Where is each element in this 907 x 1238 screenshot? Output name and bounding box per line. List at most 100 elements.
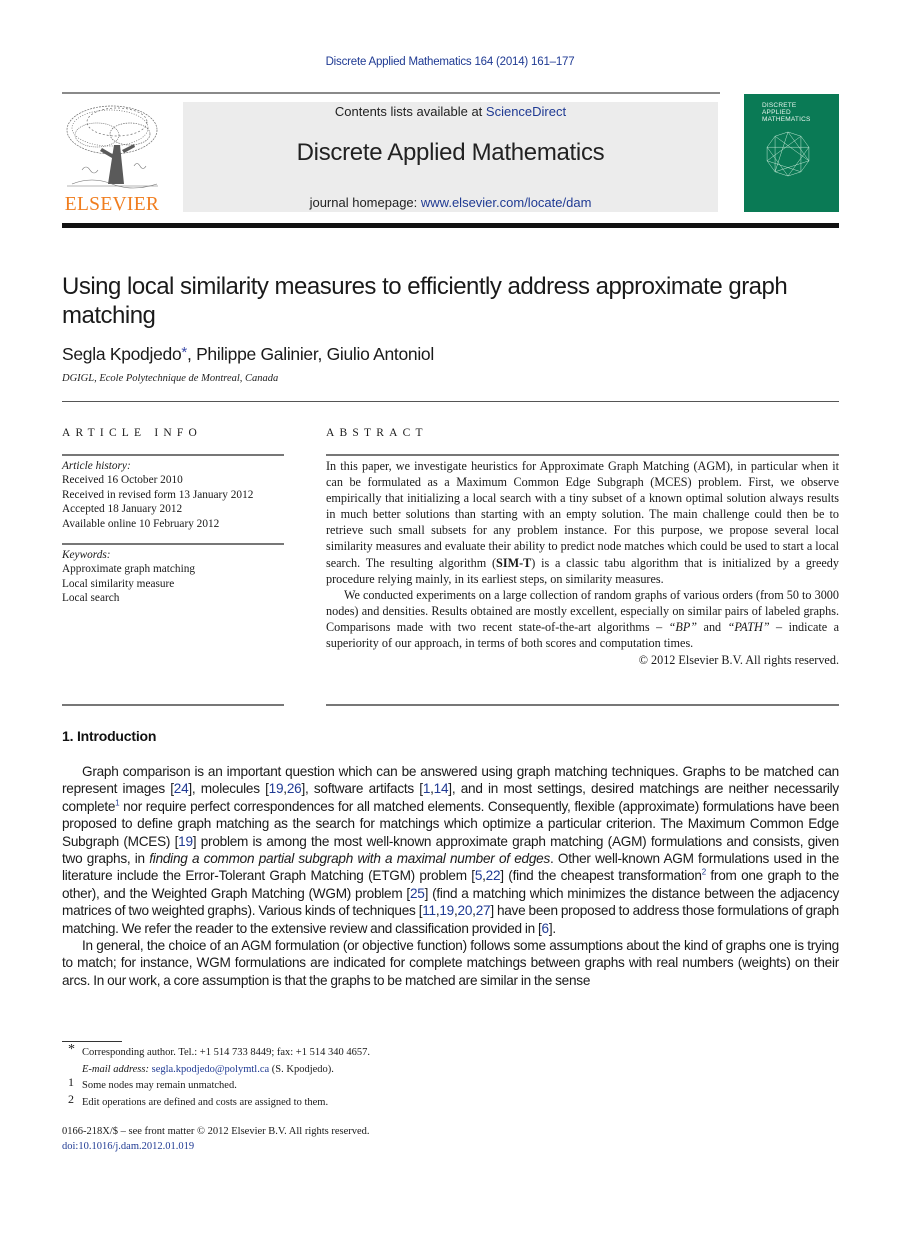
divider — [62, 543, 284, 545]
emphasis: finding a common partial subgraph with a… — [149, 851, 550, 867]
front-matter-text: 0166-218X/$ – see front matter © 2012 El… — [62, 1126, 370, 1137]
abstract-copyright: © 2012 Elsevier B.V. All rights reserved… — [638, 653, 839, 668]
email-line: E-mail address: segla.kpodjedo@polymtl.c… — [82, 1062, 762, 1079]
footnote-text: Edit operations are defined and costs ar… — [82, 1096, 329, 1108]
text: ]. — [548, 920, 556, 936]
footnote-mark: * — [68, 1042, 75, 1057]
citation-link[interactable]: 19 — [269, 781, 284, 796]
homepage-prefix: journal homepage: — [309, 195, 421, 210]
email-label: E-mail address: — [82, 1063, 152, 1075]
cover-graph-icon — [766, 131, 810, 177]
citation-link[interactable]: 19 — [439, 903, 454, 918]
footnotes: * Corresponding author. Tel.: +1 514 733… — [62, 1042, 762, 1112]
homepage-line: journal homepage: www.elsevier.com/locat… — [183, 195, 718, 210]
text: (S. Kpodjedo). — [269, 1063, 334, 1075]
citation-link[interactable]: 24 — [174, 781, 189, 796]
algorithm-name: “BP” — [668, 619, 698, 634]
text: ], software artifacts [ — [301, 781, 423, 797]
author-name[interactable]: Philippe Galinier — [196, 344, 318, 364]
footnote-text: Some nodes may remain unmatched. — [82, 1080, 237, 1091]
divider — [62, 454, 284, 456]
algorithm-name: SIM-T — [496, 555, 532, 570]
doi-link[interactable]: doi:10.1016/j.dam.2012.01.019 — [62, 1141, 194, 1152]
footnote-corresponding-author: * Corresponding author. Tel.: +1 514 733… — [62, 1042, 762, 1079]
history-entry: Accepted 18 January 2012 — [62, 503, 183, 516]
cover-graph-edge — [766, 160, 776, 172]
article-info-heading: ARTICLE INFO — [62, 427, 202, 439]
abstract-heading: ABSTRACT — [326, 427, 428, 439]
contents-line: Contents lists available at ScienceDirec… — [183, 104, 718, 119]
citation-link[interactable]: 22 — [486, 868, 501, 883]
elsevier-tree-icon — [66, 105, 158, 189]
cover-graph-edge — [787, 131, 810, 161]
journal-reference-link[interactable]: Discrete Applied Mathematics 164 (2014) … — [0, 56, 900, 68]
abstract-paragraph: In this paper, we investigate heuristics… — [326, 458, 839, 587]
cover-graph-edge — [787, 131, 802, 137]
divider — [326, 704, 839, 706]
citation-link[interactable]: 11 — [422, 903, 436, 918]
cover-title-line: MATHEMATICS — [762, 116, 811, 123]
section-heading-introduction: 1. Introduction — [62, 728, 157, 744]
footnote-mark: 1 — [68, 1075, 74, 1089]
citation-link[interactable]: 27 — [476, 903, 491, 918]
text: In this paper, we investigate heuristics… — [326, 459, 839, 570]
body-paragraph: In general, the choice of an AGM formula… — [62, 938, 839, 988]
keyword: Approximate graph matching — [62, 563, 196, 576]
email-link[interactable]: segla.kpodjedo@polymtl.ca — [152, 1064, 270, 1075]
divider — [62, 401, 839, 402]
footnote-1: 1 Some nodes may remain unmatched. — [62, 1075, 762, 1095]
cover-graph-edge — [800, 160, 810, 172]
journal-cover-image[interactable]: DISCRETE APPLIED MATHEMATICS — [744, 94, 839, 212]
abstract-paragraph: We conducted experiments on a large coll… — [326, 587, 839, 651]
body-paragraph: Graph comparison is an important questio… — [62, 763, 839, 937]
header-thick-rule — [62, 223, 839, 228]
citation-link[interactable]: 19 — [178, 834, 193, 849]
history-entry: Received 16 October 2010 — [62, 474, 183, 487]
cover-title-line: APPLIED — [762, 109, 791, 116]
author-name[interactable]: Segla Kpodjedo — [62, 344, 182, 364]
front-matter: 0166-218X/$ – see front matter © 2012 El… — [62, 1124, 370, 1154]
cover-title: DISCRETE APPLIED MATHEMATICS — [762, 102, 811, 123]
affiliation: DGIGL, Ecole Polytechnique de Montreal, … — [62, 373, 279, 384]
algorithm-name: “PATH” — [727, 619, 770, 634]
cover-graph-edge — [766, 136, 776, 148]
header-top-rule — [62, 92, 720, 94]
keywords: Keywords: Approximate graph matching Loc… — [62, 548, 292, 606]
cover-graph-edge — [774, 131, 789, 137]
article-history-heading: Article history: — [62, 460, 131, 472]
cover-graph-edge — [774, 131, 789, 172]
footnote-mark: 2 — [68, 1091, 74, 1106]
footnote-text: Corresponding author. Tel.: +1 514 733 8… — [82, 1047, 370, 1058]
citation-link[interactable]: 20 — [458, 903, 473, 918]
cover-graph-edge — [800, 136, 810, 148]
cover-graph-edge — [787, 171, 802, 177]
text: ] (find the cheapest transformation — [500, 868, 702, 884]
article-history: Article history: Received 16 October 201… — [62, 459, 292, 531]
author-separator: , — [317, 344, 327, 364]
abstract-body: In this paper, we investigate heuristics… — [326, 458, 839, 668]
keyword: Local search — [62, 592, 120, 605]
journal-homepage-link[interactable]: www.elsevier.com/locate/dam — [421, 195, 592, 210]
cover-title-line: DISCRETE — [762, 102, 797, 109]
elsevier-logo[interactable]: ELSEVIER — [62, 100, 162, 215]
footnote-2: 2 Edit operations are defined and costs … — [62, 1092, 762, 1112]
text: ], molecules [ — [188, 781, 269, 797]
author-name[interactable]: Giulio Antoniol — [327, 344, 435, 364]
divider — [326, 454, 839, 456]
elsevier-wordmark: ELSEVIER — [64, 194, 160, 215]
citation-link[interactable]: 6 — [542, 921, 550, 936]
citation-link[interactable]: 25 — [410, 886, 425, 901]
author-list: Segla Kpodjedo*, Philippe Galinier, Giul… — [62, 344, 434, 365]
cover-graph-edge — [774, 171, 789, 177]
keywords-heading: Keywords: — [62, 549, 111, 561]
sciencedirect-link[interactable]: ScienceDirect — [486, 104, 566, 119]
divider — [62, 704, 284, 706]
citation-link[interactable]: 26 — [287, 781, 302, 796]
contents-prefix: Contents lists available at — [334, 104, 486, 119]
author-separator: , — [186, 344, 197, 364]
history-entry: Available online 10 February 2012 — [62, 517, 220, 530]
keyword: Local similarity measure — [62, 577, 175, 590]
paper-title: Using local similarity measures to effic… — [62, 273, 788, 329]
citation-link[interactable]: 14 — [434, 781, 449, 796]
introduction-body: Graph comparison is an important questio… — [62, 763, 839, 989]
